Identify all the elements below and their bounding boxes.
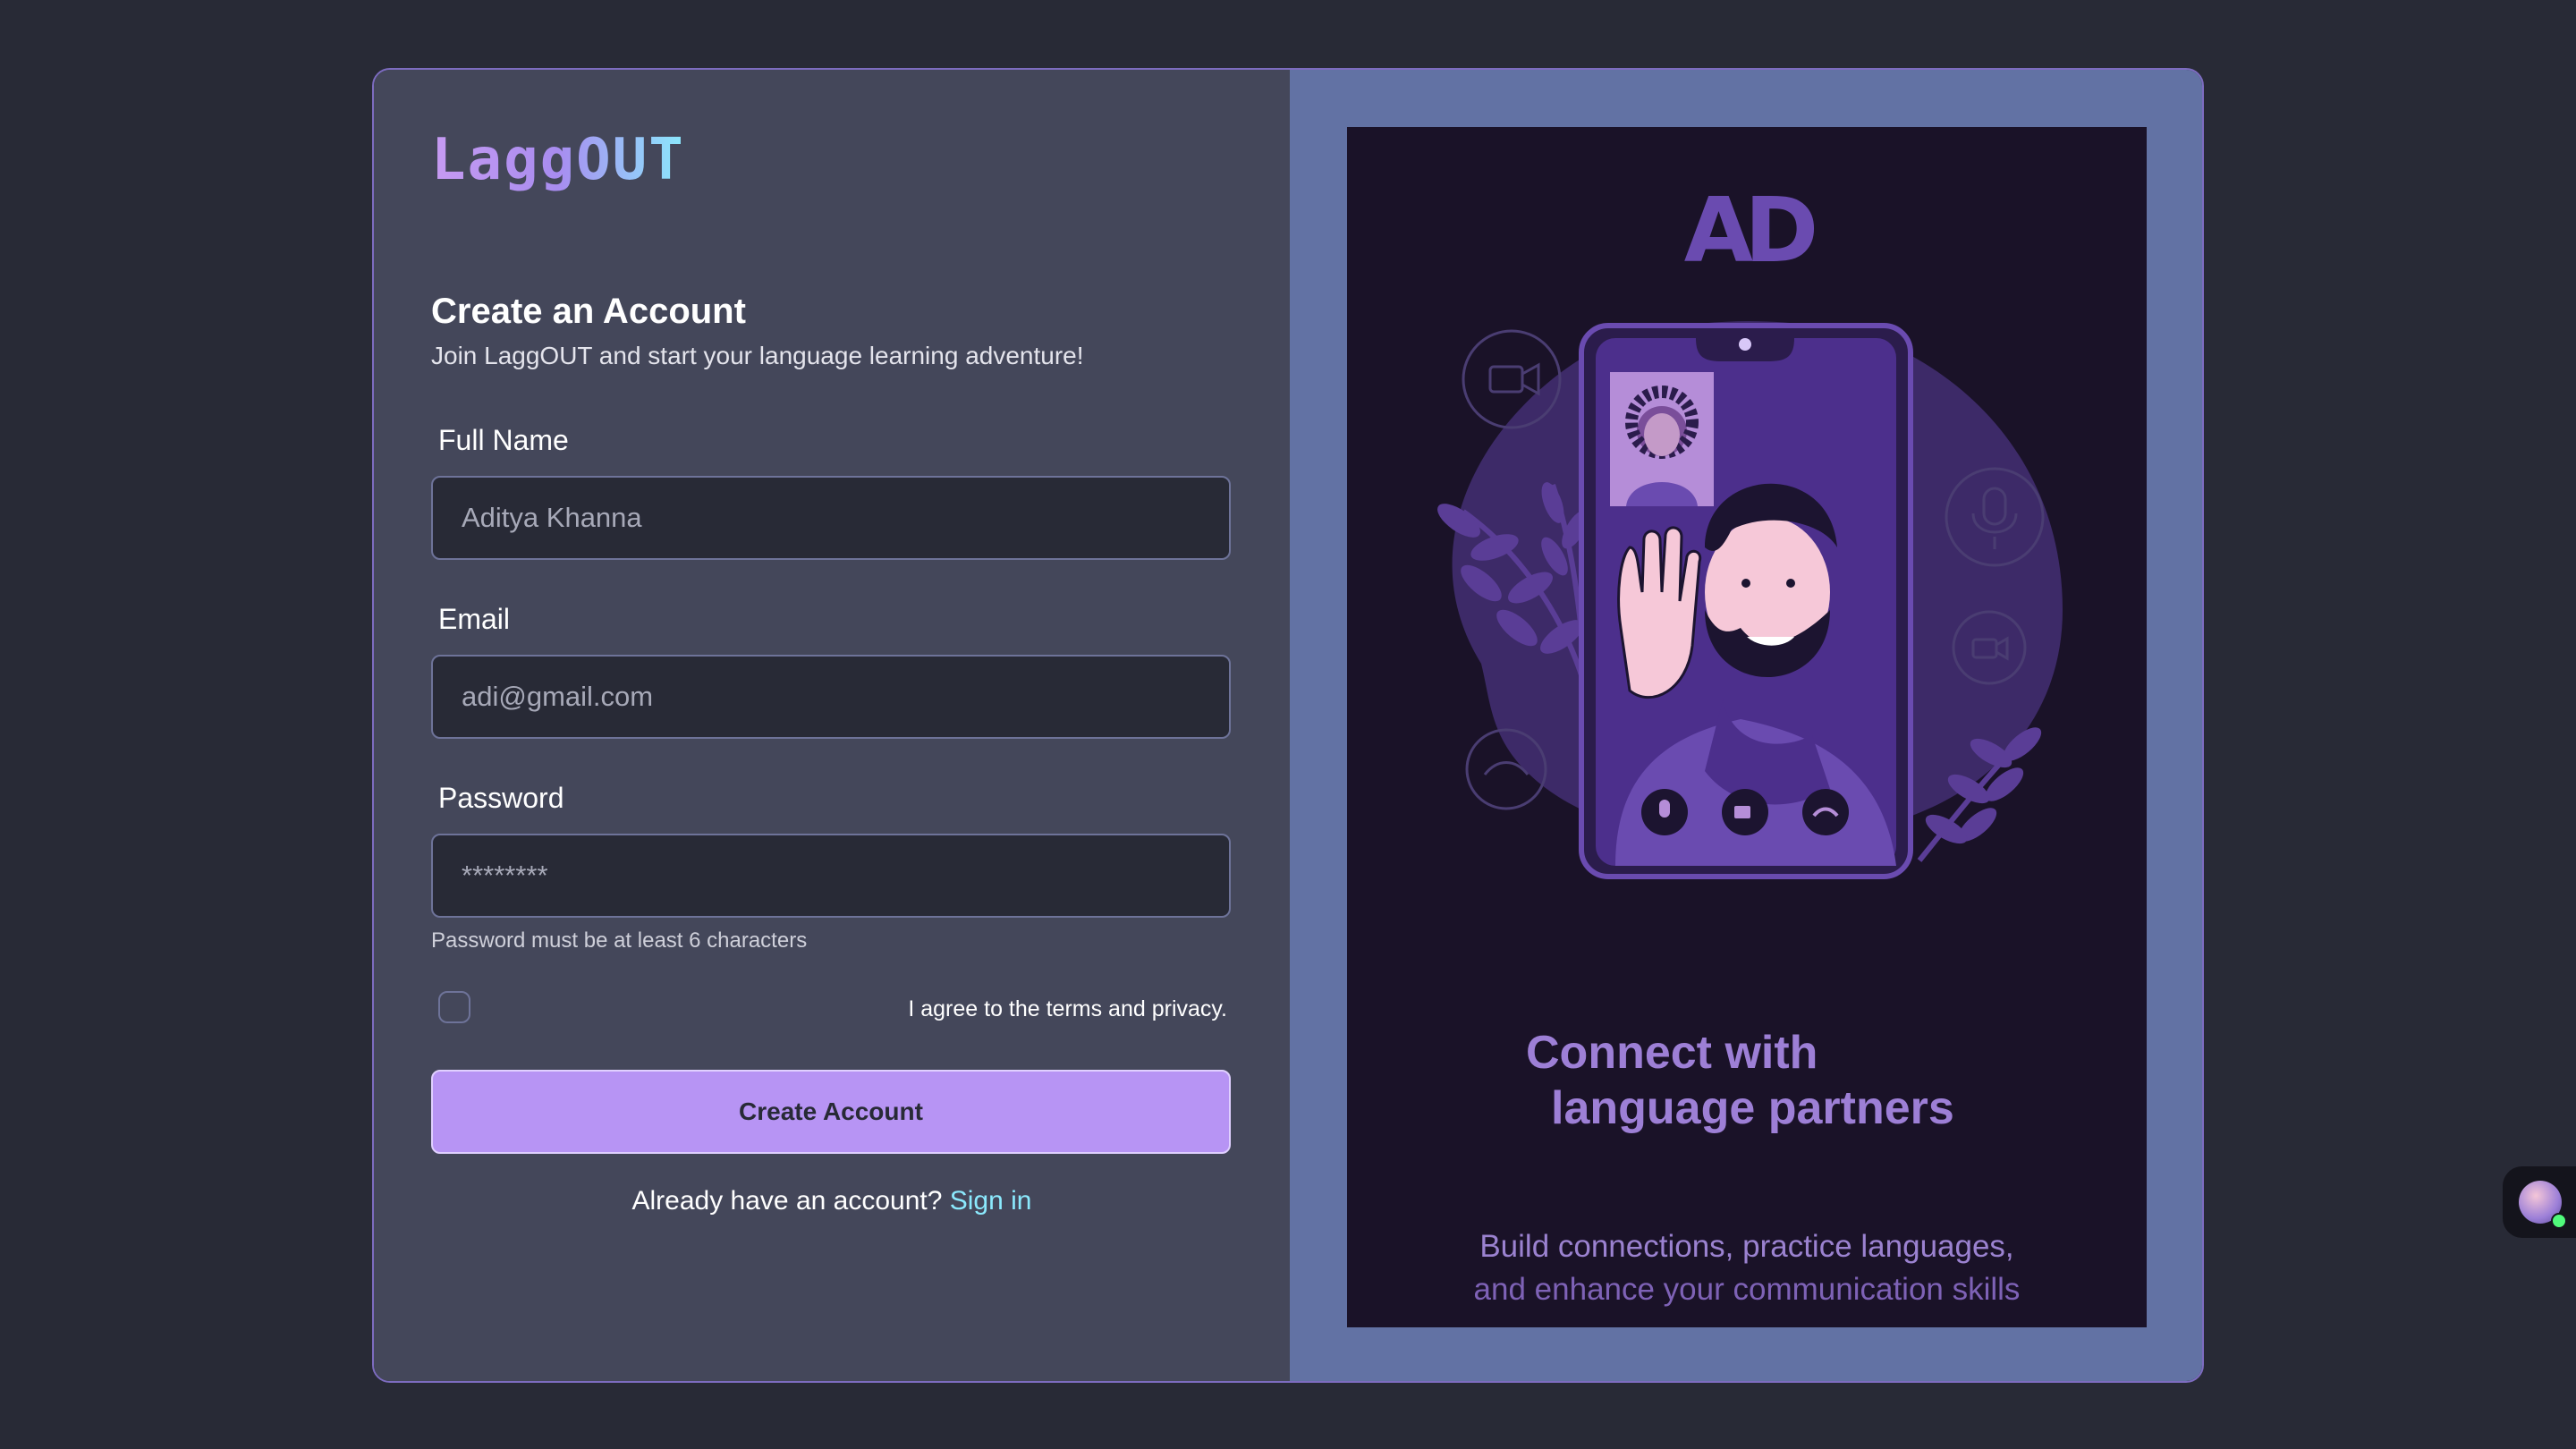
ad-logo: AD <box>1684 178 1814 283</box>
video-camera-circle <box>1462 329 1562 429</box>
video-call-illustration: AD <box>1437 178 2063 879</box>
terms-checkbox[interactable] <box>438 991 470 1023</box>
video-camera-icon <box>1488 365 1524 394</box>
email-input[interactable] <box>431 655 1231 739</box>
signin-row: Already have an account? Sign in <box>374 1186 1290 1216</box>
assistant-widget-button[interactable] <box>2503 1166 2576 1238</box>
illustration-subtext-line1: Build connections, practice languages, <box>1479 1229 2014 1264</box>
full-name-label: Full Name <box>438 424 569 456</box>
terms-label: I agree to the terms and privacy. <box>908 996 1227 1021</box>
create-account-button[interactable]: Create Account <box>431 1070 1231 1154</box>
password-hint: Password must be at least 6 characters <box>431 928 808 953</box>
phone-camera-dot <box>1739 338 1751 351</box>
email-label: Email <box>438 603 511 635</box>
password-label: Password <box>438 782 564 814</box>
illustration-heading-line2: language partners <box>1551 1082 1954 1134</box>
illustration-frame: AD Connect with language partners Build … <box>1347 127 2147 1327</box>
signin-link[interactable]: Sign in <box>950 1186 1032 1216</box>
illustration-panel: AD Connect with language partners Build … <box>1290 70 2202 1381</box>
illustration-heading-line1: Connect with <box>1526 1027 1818 1079</box>
page-subtitle: Join LaggOUT and start your language lea… <box>431 342 1084 369</box>
password-input[interactable] <box>431 834 1231 918</box>
illustration-subtext-line2: and enhance your communication skills <box>1473 1272 2021 1307</box>
signup-form-panel: LaggOUT Create an Account Join LaggOUT a… <box>374 70 1290 1381</box>
brand-logo: LaggOUT <box>431 127 685 193</box>
page-title: Create an Account <box>431 292 746 331</box>
signin-prompt: Already have an account? <box>631 1186 943 1216</box>
signup-card: LaggOUT Create an Account Join LaggOUT a… <box>372 68 2204 1383</box>
online-status-dot <box>2551 1213 2567 1229</box>
full-name-input[interactable] <box>431 476 1231 560</box>
hangup-button-icon <box>1802 789 1849 835</box>
